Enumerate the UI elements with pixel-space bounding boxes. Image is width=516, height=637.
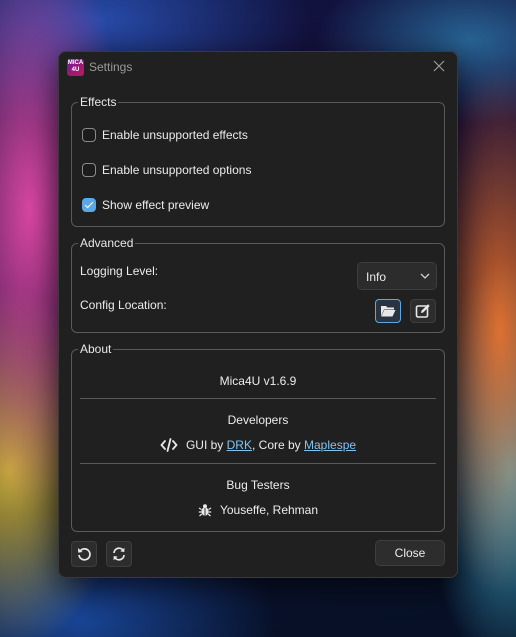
logging-level-select[interactable]: Info <box>357 262 437 290</box>
app-logo: MICA 4U <box>67 59 84 76</box>
title-bar[interactable]: MICA 4U Settings <box>59 52 457 82</box>
undo-icon <box>78 548 91 561</box>
divider <box>80 398 436 399</box>
bug-testers-names: Youseffe, Rehman <box>219 503 319 517</box>
checkbox-label: Enable unsupported options <box>102 163 252 177</box>
code-icon <box>160 438 178 452</box>
bug-testers-list: Youseffe, Rehman <box>72 503 444 517</box>
core-author-link[interactable]: Maplespe <box>304 438 356 452</box>
unsupported-options-checkbox[interactable] <box>82 163 96 177</box>
refresh-button[interactable] <box>106 541 132 567</box>
config-location-label: Config Location: <box>80 298 167 312</box>
effect-preview-checkbox[interactable] <box>82 198 96 212</box>
folder-open-icon <box>381 306 396 317</box>
edit-config-button[interactable] <box>410 299 436 323</box>
reset-button[interactable] <box>71 541 97 567</box>
gui-prefix: GUI by <box>185 438 224 452</box>
gui-author-link[interactable]: DRK <box>227 438 252 452</box>
open-folder-button[interactable] <box>375 299 401 323</box>
checkbox-label: Show effect preview <box>102 198 210 212</box>
edit-icon <box>415 304 430 318</box>
core-prefix: , Core by <box>251 438 301 452</box>
chevron-down-icon <box>420 273 430 279</box>
unsupported-effects-option[interactable]: Enable unsupported effects <box>82 126 248 144</box>
about-group: About Mica4U v1.6.9 Developers GUI by DR… <box>71 342 445 532</box>
divider <box>80 463 436 464</box>
close-button[interactable]: Close <box>375 540 445 566</box>
close-icon[interactable] <box>431 58 447 74</box>
developers-credits: GUI by DRK, Core by Maplespe <box>72 438 444 452</box>
effects-group: Effects Enable unsupported effects Enabl… <box>71 95 445 227</box>
advanced-group: Advanced Logging Level: Info Config Loca… <box>71 236 445 333</box>
about-legend: About <box>78 342 114 356</box>
bug-icon <box>198 504 212 517</box>
logging-level-label: Logging Level: <box>80 264 159 278</box>
effects-legend: Effects <box>78 95 119 109</box>
window-title: Settings <box>89 60 133 74</box>
bug-testers-title: Bug Testers <box>226 478 290 492</box>
unsupported-effects-checkbox[interactable] <box>82 128 96 142</box>
app-version: Mica4U v1.6.9 <box>219 374 297 388</box>
advanced-legend: Advanced <box>78 236 136 250</box>
logging-level-value: Info <box>366 270 387 284</box>
checkbox-label: Enable unsupported effects <box>102 128 248 142</box>
unsupported-options-option[interactable]: Enable unsupported options <box>82 161 251 179</box>
settings-window: MICA 4U Settings Effects Enable unsupport… <box>58 51 458 578</box>
refresh-icon <box>113 547 125 561</box>
developers-title: Developers <box>227 413 289 427</box>
effect-preview-option[interactable]: Show effect preview <box>82 196 209 214</box>
